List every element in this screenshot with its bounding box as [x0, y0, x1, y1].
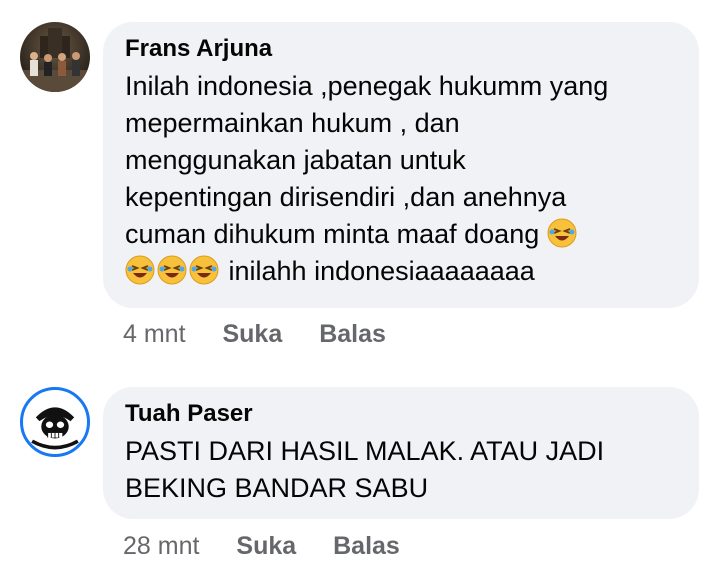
comment-bubble: Tuah Paser PASTI DARI HASIL MALAK. ATAU … [103, 387, 699, 519]
comment-meta: 4 mnt Suka Balas [123, 320, 416, 349]
rolling-on-floor-laughing-emoji-icon [189, 255, 219, 285]
comment-line: kepentingan dirisendiri ,dan anehnya [125, 182, 567, 212]
skull-logo-avatar-icon [25, 392, 85, 452]
comment-line-with-emoji: inilahh indonesiaaaaaaaa [125, 253, 675, 290]
comment-line: menggunakan jabatan untuk [125, 145, 466, 175]
comment-line: BEKING BANDAR SABU [125, 473, 429, 503]
comment-line: mepermainkan hukum , dan [125, 108, 460, 138]
like-button[interactable]: Suka [222, 320, 282, 348]
comment-meta: 28 mnt Suka Balas [123, 532, 430, 561]
reply-button[interactable]: Balas [319, 320, 386, 348]
rolling-on-floor-laughing-emoji-icon [157, 255, 187, 285]
comment-line: PASTI DARI HASIL MALAK. ATAU JADI [125, 436, 605, 466]
comment-timestamp[interactable]: 28 mnt [123, 532, 199, 560]
group-photo-avatar-icon [20, 22, 90, 92]
comment-thread: Frans Arjuna Inilah indonesia ,penegak h… [0, 0, 720, 584]
comment-bubble: Frans Arjuna Inilah indonesia ,penegak h… [103, 22, 699, 308]
comment-line-with-emoji: cuman dihukum minta maaf doang [125, 216, 675, 253]
comment-text: PASTI DARI HASIL MALAK. ATAU JADI BEKING… [125, 433, 675, 507]
comment-line: Inilah indonesia ,penegak hukumm yang [125, 71, 609, 101]
comment-line: cuman dihukum minta maaf doang [125, 219, 540, 249]
comment-text: Inilah indonesia ,penegak hukumm yang me… [125, 68, 675, 290]
comment-timestamp[interactable]: 4 mnt [123, 320, 186, 348]
avatar[interactable] [20, 387, 90, 457]
like-button[interactable]: Suka [236, 532, 296, 560]
avatar[interactable] [20, 22, 90, 92]
rolling-on-floor-laughing-emoji-icon [547, 218, 577, 248]
rolling-on-floor-laughing-emoji-icon [125, 255, 155, 285]
comment-author[interactable]: Frans Arjuna [125, 34, 675, 64]
comment-author[interactable]: Tuah Paser [125, 399, 675, 429]
reply-button[interactable]: Balas [333, 532, 400, 560]
comment-line: inilahh indonesiaaaaaaaa [228, 256, 535, 286]
